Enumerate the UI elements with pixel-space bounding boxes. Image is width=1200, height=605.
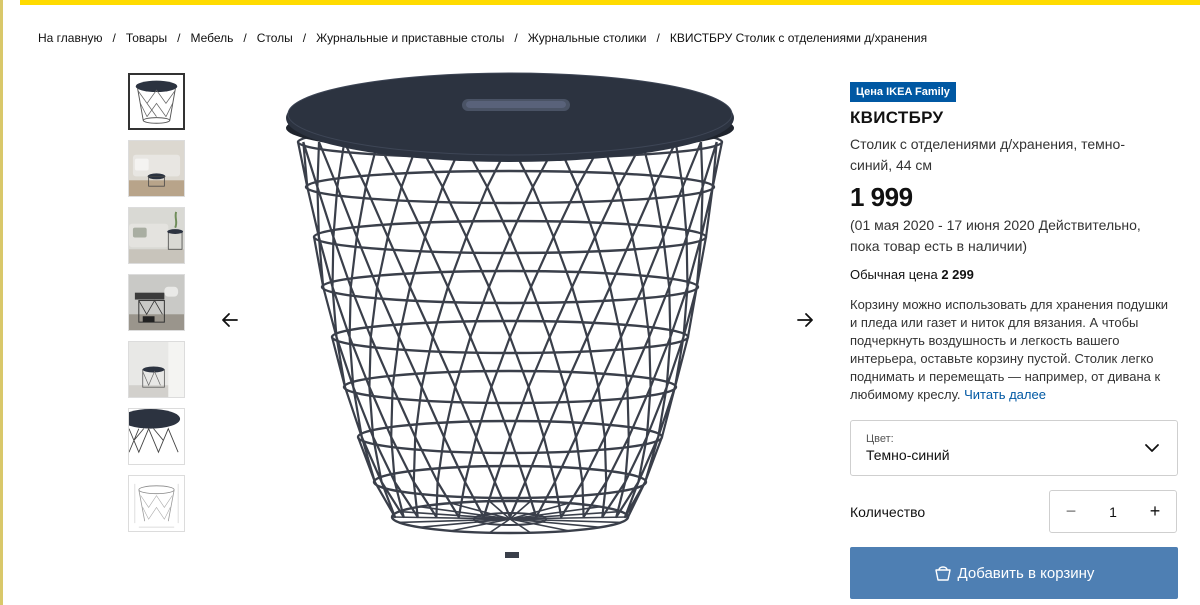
breadcrumb-separator: / — [177, 31, 181, 45]
breadcrumb-separator: / — [514, 31, 518, 45]
thumbnail-product[interactable] — [128, 73, 185, 130]
regular-price-label: Обычная цена — [850, 267, 938, 282]
color-select[interactable]: Цвет: Темно-синий — [850, 420, 1178, 476]
thumbnail-detail[interactable] — [128, 408, 185, 465]
breadcrumb-separator: / — [302, 31, 307, 45]
thumbnail-interior[interactable] — [128, 341, 185, 398]
breadcrumb-tables[interactable]: Столы — [257, 31, 293, 45]
breadcrumb-current: КВИСТБРУ Столик с отделениями д/хранения — [669, 31, 928, 45]
product-long-description: Корзину можно использовать для хранения … — [850, 296, 1175, 404]
breadcrumb-separator: / — [243, 31, 247, 45]
gallery-next-button[interactable] — [791, 306, 819, 334]
chevron-down-icon — [1145, 444, 1159, 452]
quantity-stepper: − 1 + — [1049, 490, 1177, 533]
breadcrumb-coffee-tables[interactable]: Журнальные столики — [528, 31, 647, 45]
shopping-bag-icon — [934, 566, 951, 581]
quantity-decrease-button[interactable]: − — [1050, 491, 1092, 532]
thumbnail-dimensions[interactable] — [128, 475, 185, 532]
breadcrumb-separator: / — [112, 31, 116, 45]
thumbnail-sofa-scene[interactable] — [128, 207, 185, 264]
top-accent-bar — [20, 0, 1200, 5]
thumbnail-list — [128, 73, 186, 542]
breadcrumb-furniture[interactable]: Мебель — [190, 31, 233, 45]
window-left-edge — [0, 0, 3, 605]
quantity-label: Количество — [850, 504, 926, 520]
breadcrumb-coffee-side-tables[interactable]: Журнальные и приставные столы — [316, 31, 504, 45]
product-name: КВИСТБРУ — [850, 108, 944, 127]
breadcrumb-separator: / — [656, 31, 660, 45]
gallery-prev-button[interactable] — [216, 306, 244, 334]
product-short-description: Столик с отделениями д/хранения, темно-с… — [850, 136, 1125, 173]
product-info-panel: Цена IKEA Family КВИСТБРУ Столик с отдел… — [850, 82, 1180, 404]
breadcrumb: На главную / Товары / Мебель / Столы / Ж… — [38, 30, 927, 46]
thumbnail-living-room[interactable] — [128, 140, 185, 197]
ikea-family-badge: Цена IKEA Family — [850, 82, 956, 102]
color-select-value: Темно-синий — [866, 447, 950, 463]
color-select-label: Цвет: — [866, 433, 894, 445]
add-to-cart-button[interactable]: Добавить в корзину — [850, 547, 1178, 599]
arrow-right-icon — [797, 313, 813, 327]
regular-price-value: 2 299 — [941, 267, 974, 282]
breadcrumb-home[interactable]: На главную — [38, 31, 102, 45]
add-to-cart-label: Добавить в корзину — [957, 564, 1095, 582]
thumbnail-storage-use[interactable] — [128, 274, 185, 331]
product-main-image — [280, 62, 760, 582]
arrow-left-icon — [222, 313, 238, 327]
product-price: 1 999 — [850, 181, 1180, 215]
quantity-increase-button[interactable]: + — [1134, 491, 1176, 532]
price-value: 1 999 — [850, 182, 913, 212]
price-validity: (01 мая 2020 - 17 июня 2020 Действительн… — [850, 217, 1141, 254]
regular-price: Обычная цена 2 299 — [850, 267, 1180, 282]
breadcrumb-products[interactable]: Товары — [126, 31, 167, 45]
read-more-link[interactable]: Читать далее — [964, 387, 1046, 402]
quantity-value[interactable]: 1 — [1092, 504, 1134, 520]
